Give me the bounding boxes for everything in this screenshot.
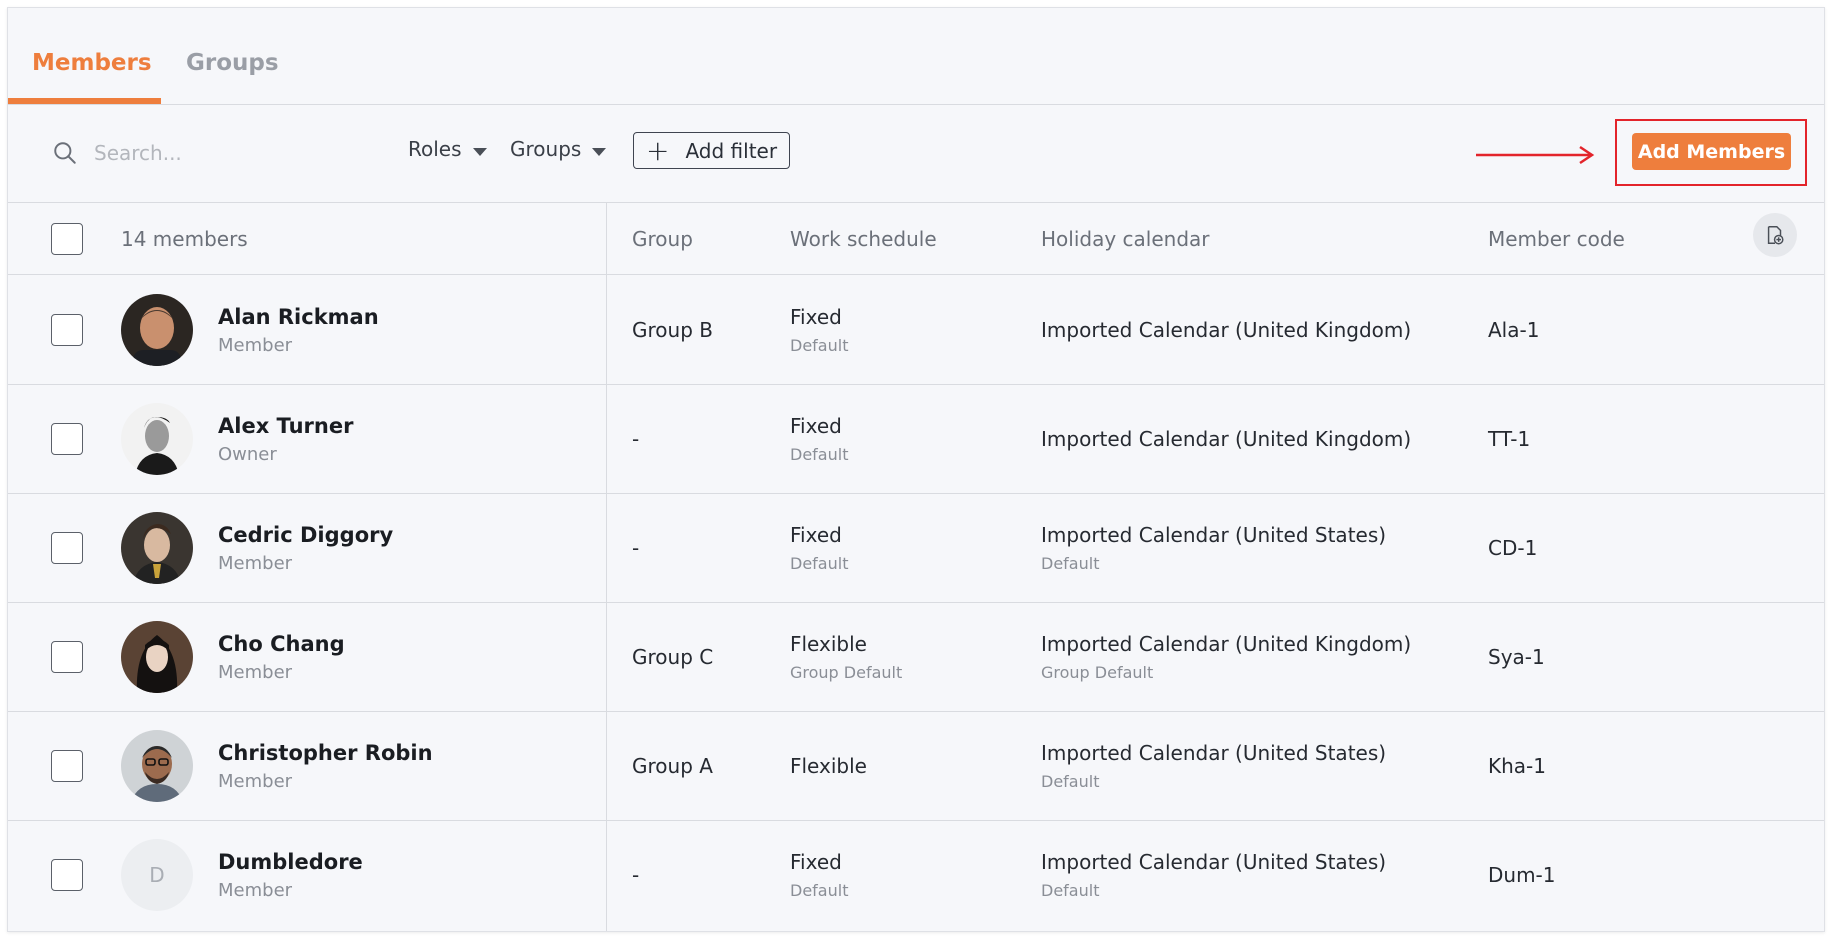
group-cell: - bbox=[632, 863, 640, 887]
row-checkbox[interactable] bbox=[51, 314, 83, 346]
member-name[interactable]: Alan Rickman bbox=[218, 305, 379, 329]
avatar bbox=[121, 621, 193, 693]
schedule-cell: Fixed bbox=[790, 850, 842, 874]
header-group[interactable]: Group bbox=[632, 227, 693, 251]
row-checkbox[interactable] bbox=[51, 750, 83, 782]
schedule-sub: Default bbox=[790, 554, 849, 573]
member-name[interactable]: Alex Turner bbox=[218, 414, 353, 438]
member-code-cell: TT-1 bbox=[1488, 427, 1531, 451]
calendar-sub: Default bbox=[1041, 881, 1100, 900]
calendar-cell: Imported Calendar (United States) bbox=[1041, 741, 1387, 765]
groups-dropdown[interactable]: Groups bbox=[510, 137, 607, 161]
add-filter-button[interactable]: + Add filter bbox=[633, 132, 791, 169]
roles-dropdown-label: Roles bbox=[408, 137, 462, 161]
group-cell: Group B bbox=[632, 318, 713, 342]
roles-dropdown[interactable]: Roles bbox=[408, 137, 487, 161]
member-name[interactable]: Cedric Diggory bbox=[218, 523, 393, 547]
avatar: D bbox=[121, 839, 193, 911]
table-header: 14 members Group Work schedule Holiday c… bbox=[8, 203, 1824, 275]
member-count: 14 members bbox=[121, 227, 248, 251]
active-tab-indicator bbox=[8, 98, 161, 104]
schedule-sub: Default bbox=[790, 445, 849, 464]
schedule-sub: Default bbox=[790, 881, 849, 900]
member-role: Member bbox=[218, 335, 293, 356]
add-members-button[interactable]: Add Members bbox=[1632, 133, 1791, 170]
member-role: Member bbox=[218, 662, 293, 683]
add-filter-label: Add filter bbox=[685, 138, 778, 163]
calendar-cell: Imported Calendar (United Kingdom) bbox=[1041, 427, 1412, 451]
avatar bbox=[121, 294, 193, 366]
group-cell: Group A bbox=[632, 754, 713, 778]
member-code-cell: Dum-1 bbox=[1488, 863, 1556, 887]
schedule-cell: Fixed bbox=[790, 523, 842, 547]
schedule-sub: Group Default bbox=[790, 663, 903, 682]
tab-groups[interactable]: Groups bbox=[186, 50, 279, 76]
member-role: Member bbox=[218, 771, 293, 792]
table-row[interactable]: Christopher Robin Member Group A Flexibl… bbox=[8, 712, 1824, 821]
column-settings-icon[interactable] bbox=[1753, 213, 1797, 257]
member-code-cell: Kha-1 bbox=[1488, 754, 1546, 778]
header-holiday-calendar[interactable]: Holiday calendar bbox=[1041, 227, 1210, 251]
group-cell: - bbox=[632, 536, 640, 560]
tab-bar: Members Groups bbox=[8, 8, 1824, 105]
calendar-cell: Imported Calendar (United States) bbox=[1041, 523, 1387, 547]
member-name[interactable]: Cho Chang bbox=[218, 632, 345, 656]
member-role: Member bbox=[218, 880, 293, 901]
arrow-right-annotation bbox=[1476, 145, 1595, 165]
calendar-cell: Imported Calendar (United Kingdom) bbox=[1041, 318, 1412, 342]
member-code-cell: Ala-1 bbox=[1488, 318, 1540, 342]
select-all-checkbox[interactable] bbox=[51, 223, 83, 255]
schedule-cell: Fixed bbox=[790, 414, 842, 438]
member-role: Owner bbox=[218, 444, 277, 465]
members-panel: Members Groups Roles Groups + Add filter… bbox=[7, 7, 1825, 932]
row-checkbox[interactable] bbox=[51, 859, 83, 891]
avatar bbox=[121, 403, 193, 475]
member-code-cell: CD-1 bbox=[1488, 536, 1538, 560]
row-checkbox[interactable] bbox=[51, 641, 83, 673]
row-checkbox[interactable] bbox=[51, 532, 83, 564]
calendar-sub: Group Default bbox=[1041, 663, 1154, 682]
row-checkbox[interactable] bbox=[51, 423, 83, 455]
header-work-schedule[interactable]: Work schedule bbox=[790, 227, 937, 251]
member-name[interactable]: Christopher Robin bbox=[218, 741, 433, 765]
caret-down-icon bbox=[472, 147, 487, 156]
calendar-cell: Imported Calendar (United Kingdom) bbox=[1041, 632, 1412, 656]
groups-dropdown-label: Groups bbox=[510, 137, 582, 161]
schedule-cell: Flexible bbox=[790, 632, 867, 656]
toolbar: Roles Groups + Add filter Add Members bbox=[8, 105, 1824, 203]
calendar-cell: Imported Calendar (United States) bbox=[1041, 850, 1387, 874]
member-role: Member bbox=[218, 553, 293, 574]
table-row[interactable]: Cedric Diggory Member - Fixed Default Im… bbox=[8, 494, 1824, 603]
calendar-sub: Default bbox=[1041, 772, 1100, 791]
table-row[interactable]: Alex Turner Owner - Fixed Default Import… bbox=[8, 385, 1824, 494]
group-cell: - bbox=[632, 427, 640, 451]
calendar-sub: Default bbox=[1041, 554, 1100, 573]
table-row[interactable]: Alan Rickman Member Group B Fixed Defaul… bbox=[8, 276, 1824, 385]
tab-members[interactable]: Members bbox=[32, 50, 152, 76]
group-cell: Group C bbox=[632, 645, 714, 669]
schedule-cell: Flexible bbox=[790, 754, 867, 778]
search-icon bbox=[54, 142, 76, 164]
member-name[interactable]: Dumbledore bbox=[218, 850, 363, 874]
avatar bbox=[121, 512, 193, 584]
schedule-cell: Fixed bbox=[790, 305, 842, 329]
header-member-code[interactable]: Member code bbox=[1488, 227, 1625, 251]
member-code-cell: Sya-1 bbox=[1488, 645, 1545, 669]
schedule-sub: Default bbox=[790, 336, 849, 355]
caret-down-icon bbox=[592, 147, 607, 156]
table-row[interactable]: Cho Chang Member Group C Flexible Group … bbox=[8, 603, 1824, 712]
plus-icon: + bbox=[646, 133, 670, 167]
table-row[interactable]: D Dumbledore Member - Fixed Default Impo… bbox=[8, 821, 1824, 930]
avatar bbox=[121, 730, 193, 802]
search-input[interactable] bbox=[94, 135, 394, 171]
